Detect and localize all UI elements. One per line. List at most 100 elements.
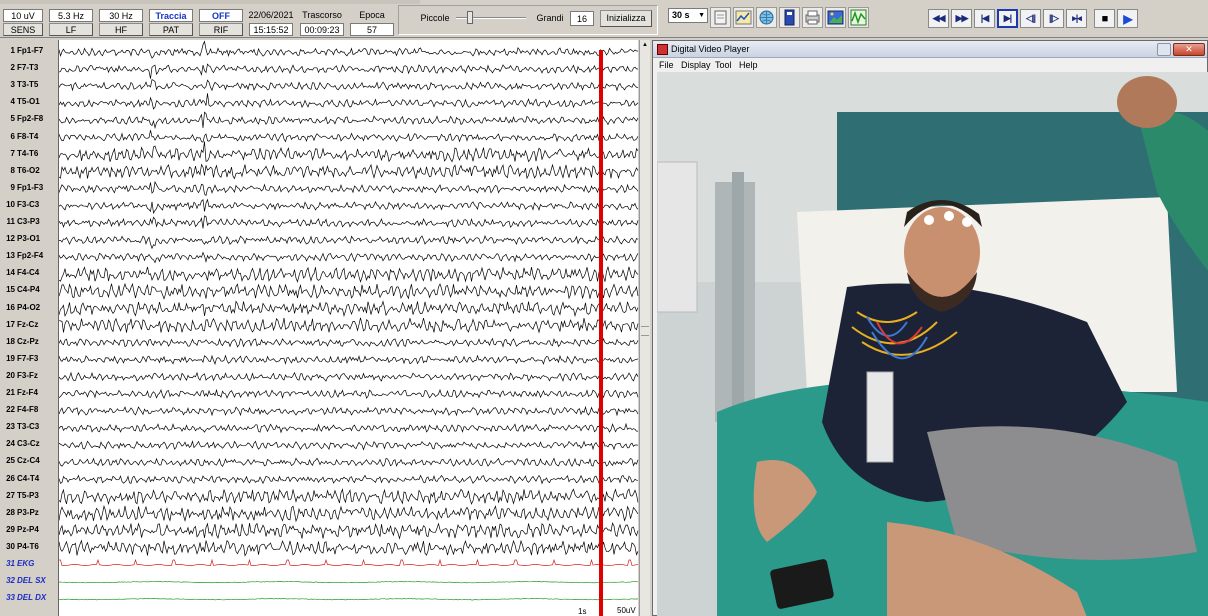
channel-label[interactable]: 1 Fp1-F7 [2, 46, 44, 55]
channel-label[interactable]: 15 C4-P4 [2, 285, 40, 294]
menu-tool[interactable]: Tool [715, 60, 732, 70]
minimize-icon[interactable] [1157, 43, 1171, 56]
lf-value[interactable]: 5.3 Hz [49, 9, 93, 22]
channel-label[interactable]: 18 Cz-Pz [2, 337, 39, 346]
channel-name: F7-F3 [17, 353, 39, 363]
channel-label[interactable]: 25 Cz-C4 [2, 456, 40, 465]
channel-label[interactable]: 8 T6-O2 [2, 166, 40, 175]
channel-label[interactable]: 26 C4-T4 [2, 474, 39, 483]
channel-label[interactable]: 7 T4-T6 [2, 149, 39, 158]
channel-label[interactable]: 16 P4-O2 [2, 303, 40, 312]
channel-label[interactable]: 21 Fz-F4 [2, 388, 38, 397]
channel-name: Cz-C4 [17, 456, 40, 466]
sens-button[interactable]: SENS [3, 23, 43, 36]
chart-button[interactable] [733, 7, 754, 28]
step-back-button[interactable]: |◀ [974, 9, 995, 28]
book-button[interactable] [779, 7, 800, 28]
eeg-trace [59, 337, 639, 348]
chevron-down-icon: ▼ [698, 12, 705, 19]
channel-label[interactable]: 23 T3-C3 [2, 422, 39, 431]
frame-forward-button[interactable]: ||▷ [1043, 9, 1064, 28]
channel-label[interactable]: 4 T5-O1 [2, 97, 40, 106]
channel-number: 19 [6, 353, 15, 363]
stop-button[interactable]: ■ [1094, 9, 1115, 28]
rif-button[interactable]: RIF [199, 23, 243, 36]
hf-button[interactable]: HF [99, 23, 143, 36]
channel-label[interactable]: 27 T5-P3 [2, 491, 39, 500]
eeg-trace [59, 488, 639, 506]
channel-label[interactable]: 12 P3-O1 [2, 234, 40, 243]
step-forward-button[interactable]: ▶| [997, 9, 1018, 28]
video-frame[interactable] [657, 72, 1208, 616]
size-slider-thumb[interactable] [467, 11, 473, 24]
channel-number: 6 [10, 131, 15, 141]
channel-number: 29 [6, 524, 15, 534]
eeg-trace [59, 180, 639, 197]
epoca-value[interactable]: 57 [350, 23, 394, 36]
channel-label[interactable]: 33 DEL DX [2, 593, 46, 602]
grandi-value[interactable]: 16 [570, 11, 594, 26]
channel-label[interactable]: 9 Fp1-F3 [2, 183, 44, 192]
pat-value[interactable]: Traccia [149, 9, 193, 22]
rewind-button[interactable]: ◀◀ [928, 9, 949, 28]
top-toolbar: 10 uV SENS 5.3 Hz LF 30 Hz HF Traccia PA… [0, 0, 1208, 38]
channel-name: P4-T6 [17, 541, 39, 551]
hf-value[interactable]: 30 Hz [99, 9, 143, 22]
channel-label[interactable]: 29 Pz-P4 [2, 525, 39, 534]
eeg-trace [59, 539, 639, 557]
eeg-trace-panel[interactable] [58, 40, 639, 616]
channel-label[interactable]: 14 F4-C4 [2, 268, 39, 277]
wave-button[interactable] [848, 7, 869, 28]
print-button[interactable] [802, 7, 823, 28]
menu-help[interactable]: Help [739, 60, 758, 70]
inizializza-button[interactable]: Inizializza [600, 10, 652, 27]
image-button[interactable] [825, 7, 846, 28]
globe-button[interactable] [756, 7, 777, 28]
channel-label[interactable]: 24 C3-Cz [2, 439, 40, 448]
frame-back-button[interactable]: ◁|| [1020, 9, 1041, 28]
channel-label[interactable]: 3 T3-T5 [2, 80, 39, 89]
channel-label[interactable]: 20 F3-Fz [2, 371, 38, 380]
sens-value[interactable]: 10 uV [3, 9, 43, 22]
lf-button[interactable]: LF [49, 23, 93, 36]
channel-label[interactable]: 17 Fz-Cz [2, 320, 38, 329]
channel-label[interactable]: 5 Fp2-F8 [2, 114, 44, 123]
menu-file[interactable]: File [659, 60, 674, 70]
time-scale-label: 1s [578, 607, 587, 616]
video-player-titlebar[interactable]: Digital Video Player ✕ [653, 41, 1207, 58]
scroll-up-icon[interactable]: ▲ [641, 42, 649, 50]
channel-number: 32 [6, 576, 15, 586]
channel-label[interactable]: 10 F3-C3 [2, 200, 39, 209]
video-player-menubar: File Display Tool Help [653, 58, 1207, 72]
globe-icon [759, 10, 774, 25]
pat-button[interactable]: PAT [149, 23, 193, 36]
rif-value[interactable]: OFF [199, 9, 243, 22]
channel-name: Fz-Cz [17, 319, 39, 329]
time-window-select[interactable]: 30 s ▼ [668, 8, 708, 23]
eeg-trace [59, 78, 639, 92]
fast-forward-button[interactable]: ▶▶ [951, 9, 972, 28]
eeg-trace [59, 504, 639, 523]
time-cursor[interactable] [599, 50, 603, 616]
trascorso-value: 00:09:23 [300, 23, 344, 36]
menu-display[interactable]: Display [681, 60, 711, 70]
scroll-grip[interactable] [641, 326, 649, 336]
channel-label[interactable]: 6 F8-T4 [2, 131, 39, 141]
channel-label[interactable]: 2 F7-T3 [2, 63, 39, 72]
channel-label-column: 1 Fp1-F7 2 F7-T3 3 T3-T5 4 T5-O1 5 Fp2-F8 6 F8-T4 7 T… [0, 40, 58, 616]
channel-label[interactable]: 30 P4-T6 [2, 542, 39, 551]
channel-label[interactable]: 13 Fp2-F4 [2, 251, 43, 260]
play-button[interactable]: ▶ [1117, 9, 1138, 28]
channel-label[interactable]: 31 EKG [2, 559, 34, 568]
channel-label[interactable]: 32 DEL SX [2, 576, 46, 585]
channel-label[interactable]: 11 C3-P3 [2, 217, 40, 226]
split-button[interactable]: ▸|◂ [1066, 9, 1087, 28]
channel-label[interactable]: 28 P3-Pz [2, 508, 39, 517]
channel-label[interactable]: 22 F4-F8 [2, 405, 38, 414]
save-button[interactable] [710, 7, 731, 28]
channel-label[interactable]: 19 F7-F3 [2, 354, 38, 363]
eeg-trace [59, 580, 639, 584]
close-icon[interactable]: ✕ [1173, 43, 1205, 56]
eeg-vertical-scrollbar[interactable]: ▲ [639, 40, 650, 616]
eeg-trace [59, 405, 639, 417]
